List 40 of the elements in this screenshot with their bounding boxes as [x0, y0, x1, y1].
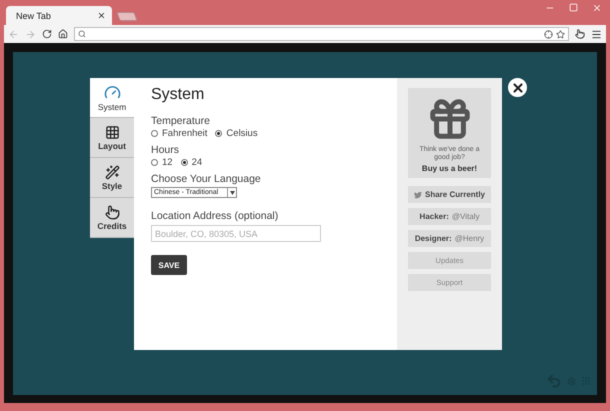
credit-button[interactable]: Hacker: @Vitaly: [408, 208, 491, 225]
field-label: Temperature: [151, 115, 211, 127]
star-icon[interactable]: [556, 30, 565, 38]
reload-icon[interactable]: [42, 29, 52, 39]
credit-button[interactable]: Designer: @Henry: [408, 230, 491, 247]
donate-link[interactable]: Buy us a beer!: [422, 164, 478, 174]
extension-icon[interactable]: [575, 29, 585, 39]
field-label: Choose Your Language: [151, 173, 262, 185]
browser-tab[interactable]: New Tab: [6, 6, 112, 25]
settings-tab[interactable]: Layout: [90, 118, 134, 158]
settings-tab[interactable]: Style: [90, 158, 134, 198]
grid-icon: [104, 124, 120, 140]
dialog-title: System: [151, 86, 206, 104]
address-input[interactable]: Boulder, CO, 80305, USA: [151, 225, 321, 242]
close-icon[interactable]: [97, 11, 106, 20]
radio-button[interactable]: [215, 130, 222, 137]
bird-icon: [414, 190, 422, 198]
gauge-icon: [104, 84, 120, 100]
settings-tab[interactable]: System: [90, 78, 134, 118]
maximize-icon[interactable]: [569, 3, 578, 12]
radio-button[interactable]: [180, 159, 188, 166]
save-button[interactable]: SAVE: [151, 255, 187, 275]
pointing-hand-icon: [104, 204, 120, 220]
magic-wand-icon: [104, 164, 120, 180]
target-icon[interactable]: [544, 30, 553, 38]
radio-label: Celsius: [226, 128, 258, 139]
menu-icon[interactable]: [591, 28, 602, 40]
settings-tab[interactable]: Credits: [90, 198, 134, 238]
close-icon: [510, 80, 524, 94]
field-label: Location Address (optional): [151, 210, 280, 222]
home-icon[interactable]: [58, 29, 68, 39]
share-button[interactable]: Share Currently: [408, 186, 491, 203]
caret-icon: [230, 190, 234, 194]
radio-button[interactable]: [151, 159, 158, 166]
radio-label: 12: [162, 157, 173, 168]
radio-button[interactable]: [151, 130, 158, 137]
radio-label: Fahrenheit: [162, 128, 208, 139]
search-icon: [78, 30, 86, 38]
field-label: Hours: [151, 144, 180, 156]
radio-label: 24: [192, 157, 202, 168]
